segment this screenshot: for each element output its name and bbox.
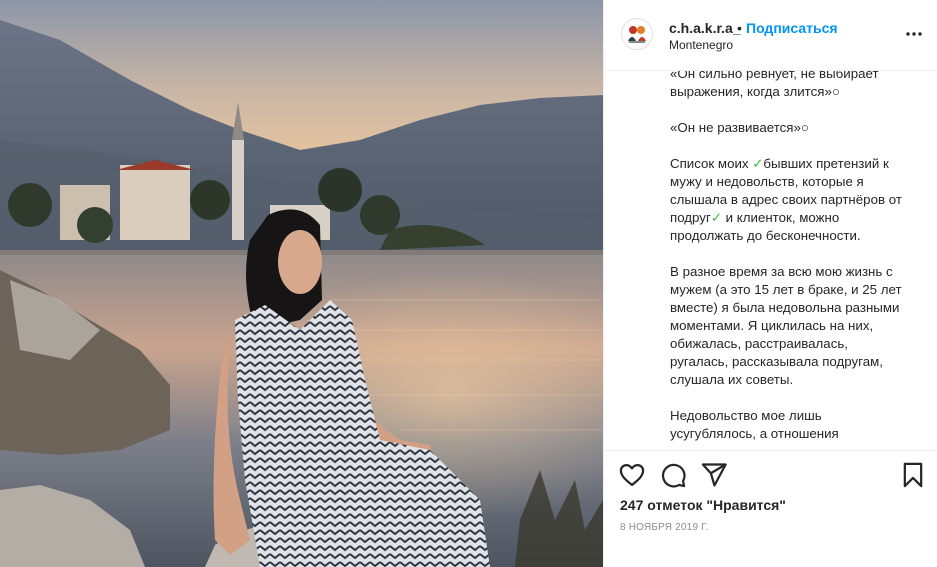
caption-paragraph: Недовольство мое лишь усугублялось, а от… (670, 408, 839, 441)
caption-text: «Он сильно ревнует, не выбирает выражени… (670, 71, 920, 450)
username-link[interactable]: c.h.a.k.r.a_ (669, 20, 741, 36)
avatar-image (628, 26, 646, 43)
post-date[interactable]: 8 НОЯБРЯ 2019 Г. (620, 522, 709, 533)
heart-icon[interactable] (618, 461, 646, 489)
caption-paragraph: Список моих ✓бывших претензий к мужу и н… (670, 156, 902, 243)
caption-paragraph: «Он сильно ревнует, не выбирает выражени… (670, 71, 879, 99)
post-sidebar: c.h.a.k.r.a_ • Подписаться Montenegro «О… (603, 0, 937, 567)
post-photo[interactable] (0, 0, 603, 567)
follow-button[interactable]: Подписаться (746, 20, 838, 36)
more-horizontal-icon[interactable] (904, 24, 924, 44)
checkmark-emoji: ✓ (710, 210, 722, 225)
separator-dot: • (737, 20, 742, 36)
post-actions: 247 отметок "Нравится" 8 НОЯБРЯ 2019 Г. (604, 450, 937, 567)
likes-count[interactable]: 247 отметок "Нравится" (620, 497, 786, 513)
comment-icon[interactable] (659, 461, 687, 489)
post-caption: «Он сильно ревнует, не выбирает выражени… (604, 71, 937, 450)
caption-paragraph: «Он не развивается»○ (670, 120, 809, 135)
location-link[interactable]: Montenegro (669, 38, 733, 52)
photo-image (0, 0, 603, 567)
checkmark-emoji: ✓ (752, 156, 764, 171)
bookmark-icon[interactable] (899, 461, 927, 489)
instagram-post: c.h.a.k.r.a_ • Подписаться Montenegro «О… (0, 0, 937, 567)
avatar[interactable] (621, 18, 653, 50)
share-icon[interactable] (700, 461, 728, 489)
caption-paragraph: В разное время за всю мою жизнь с мужем … (670, 264, 902, 387)
post-header: c.h.a.k.r.a_ • Подписаться Montenegro (604, 0, 937, 71)
